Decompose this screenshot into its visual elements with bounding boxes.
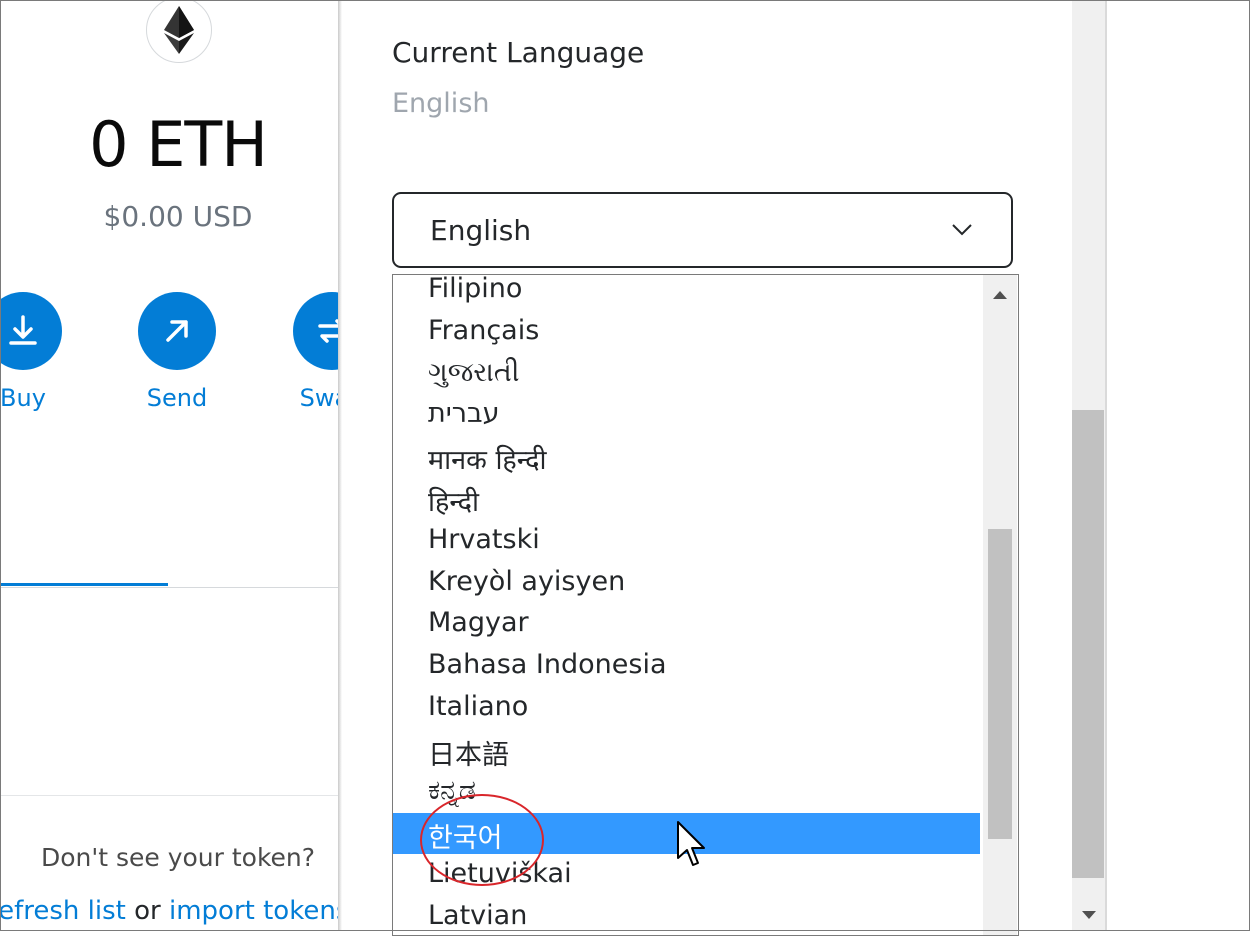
- language-option-label: 한국어: [428, 823, 503, 855]
- language-option[interactable]: Français: [393, 312, 980, 353]
- language-option[interactable]: 日本語: [393, 730, 980, 771]
- wallet-panel: 0 ETH $0.00 USD Buy Send Swap Don't see …: [0, 0, 340, 931]
- background-area: [1107, 0, 1250, 931]
- mouse-cursor-icon: [676, 820, 706, 872]
- settings-panel: Current Language English English Filipin…: [342, 0, 1072, 936]
- page-scroll-thumb[interactable]: [1072, 410, 1104, 878]
- language-option[interactable]: Hrvatski: [393, 521, 980, 562]
- language-option[interactable]: Italiano: [393, 688, 980, 729]
- download-icon: [0, 292, 62, 370]
- tab-divider: [0, 587, 340, 588]
- dropdown-scrollbar[interactable]: [983, 275, 1017, 935]
- scroll-down-arrow-icon[interactable]: [1082, 911, 1096, 919]
- buy-button[interactable]: Buy: [0, 292, 63, 412]
- swap-icon: [293, 292, 340, 370]
- language-option-label: Français: [428, 314, 540, 346]
- dont-see-token-text: Don't see your token?: [40, 843, 316, 872]
- language-option[interactable]: Bahasa Indonesia: [393, 646, 980, 687]
- send-button[interactable]: Send: [137, 292, 217, 412]
- language-option-label: עברית: [428, 398, 500, 430]
- language-option-label: हिन्दी: [428, 487, 480, 518]
- language-option[interactable]: Latvian: [393, 897, 980, 935]
- language-option[interactable]: עברית: [393, 395, 980, 436]
- send-label: Send: [146, 384, 208, 412]
- language-option-label: मानक हिन्दी: [428, 445, 547, 477]
- buy-label: Buy: [0, 384, 46, 412]
- language-option[interactable]: Kreyòl ayisyen: [393, 563, 980, 604]
- language-option-label: Latvian: [428, 900, 528, 931]
- swap-button[interactable]: Swap: [292, 292, 340, 412]
- language-option[interactable]: हिन्दी: [393, 479, 980, 520]
- language-option-label: ಕನ್ನಡ: [428, 774, 477, 806]
- current-language-value: English: [392, 88, 490, 119]
- swap-label: Swap: [299, 384, 340, 412]
- fiat-balance: $0.00 USD: [103, 200, 253, 233]
- divider: [0, 795, 340, 796]
- language-option-label: Bahasa Indonesia: [428, 649, 667, 681]
- language-option-label: Magyar: [428, 607, 529, 639]
- language-option[interactable]: Filipino: [393, 274, 980, 311]
- language-option[interactable]: Magyar: [393, 604, 980, 645]
- chevron-down-icon: [951, 222, 973, 241]
- import-tokens-link[interactable]: import tokens: [169, 896, 340, 926]
- language-option-label: Italiano: [428, 691, 529, 722]
- language-option-label: Filipino: [428, 274, 523, 304]
- language-option-label: Kreyòl ayisyen: [428, 565, 626, 597]
- language-select[interactable]: English: [392, 192, 1013, 268]
- token-links: refresh list or import tokens: [0, 896, 340, 926]
- language-option[interactable]: ಕನ್ನಡ: [393, 772, 980, 813]
- or-text: or: [134, 896, 161, 926]
- dropdown-scroll-thumb[interactable]: [988, 529, 1012, 839]
- language-option[interactable]: ગુજરાતી: [393, 354, 980, 395]
- language-option-label: 日本語: [428, 739, 509, 771]
- language-option-label: ગુજરાતી: [428, 356, 520, 388]
- ethereum-icon: [146, 0, 212, 63]
- tab-assets-indicator[interactable]: [0, 583, 168, 586]
- current-language-label: Current Language: [392, 36, 645, 69]
- eth-balance: 0 ETH: [89, 108, 268, 181]
- language-select-value: English: [430, 214, 532, 247]
- arrow-up-right-icon: [138, 292, 216, 370]
- scroll-up-arrow-icon[interactable]: [993, 291, 1007, 299]
- page-scrollbar[interactable]: [1072, 0, 1106, 931]
- language-option-label: Hrvatski: [428, 523, 540, 555]
- language-option[interactable]: मानक हिन्दी: [393, 437, 980, 478]
- refresh-list-link[interactable]: refresh list: [0, 896, 126, 926]
- language-option-label: Lietuviškai: [428, 858, 572, 890]
